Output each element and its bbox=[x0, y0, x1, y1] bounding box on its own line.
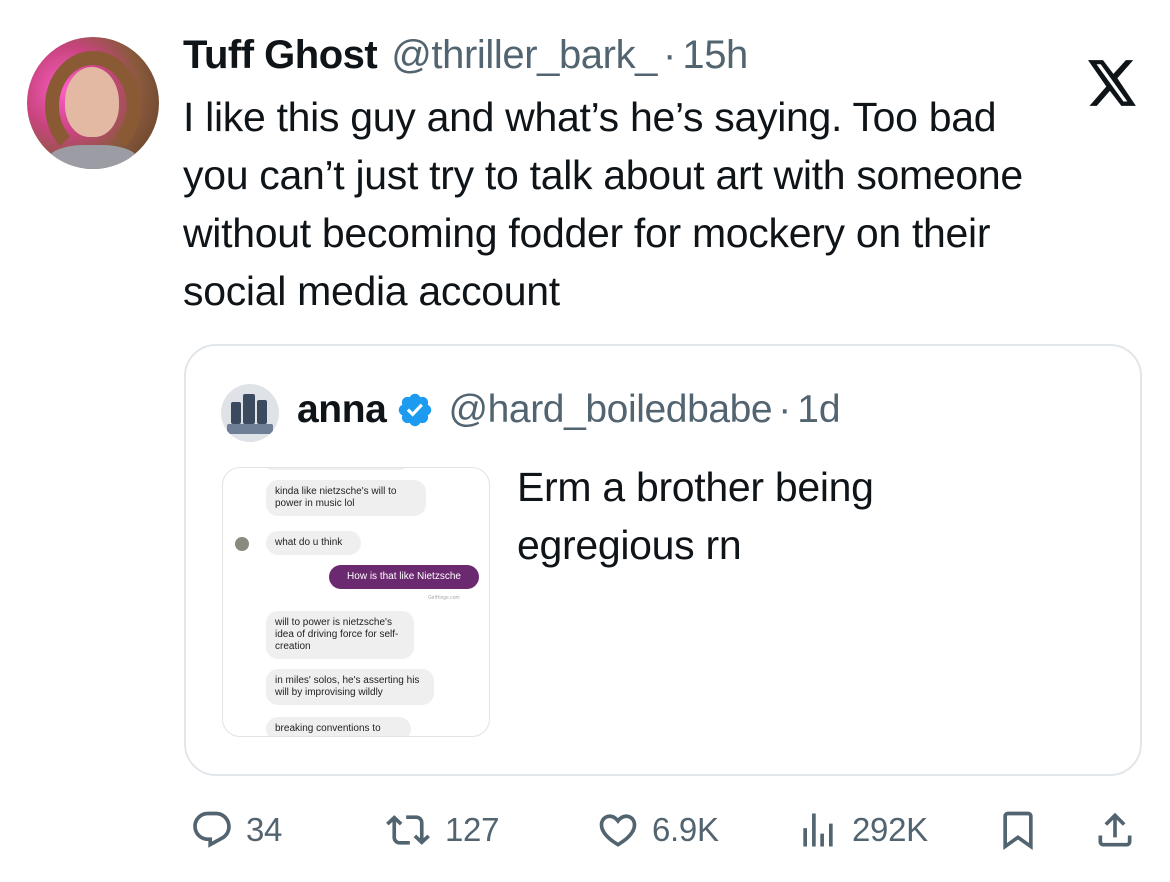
post-text: I like this guy and what’s he’s saying. … bbox=[183, 94, 1023, 314]
chat-bubble-sent: How is that like Nietzsche bbox=[329, 565, 479, 589]
views-count: 292K bbox=[852, 811, 928, 848]
separator-dot: · bbox=[663, 33, 677, 77]
avatar-shirt bbox=[47, 145, 139, 169]
like-count: 6.9K bbox=[652, 811, 719, 848]
views-button[interactable]: 292K bbox=[796, 808, 928, 852]
quoted-post-timestamp[interactable]: 1d bbox=[797, 388, 840, 432]
avatar-face bbox=[65, 67, 119, 137]
like-button[interactable]: 6.9K bbox=[596, 808, 719, 852]
reply-button[interactable]: 34 bbox=[190, 808, 282, 852]
chat-bubble-received: what do u think bbox=[266, 531, 361, 555]
separator-dot: · bbox=[778, 388, 792, 431]
author-handle[interactable]: @thriller_bark_ bbox=[391, 33, 657, 78]
share-icon bbox=[1098, 812, 1132, 847]
reply-icon bbox=[193, 811, 231, 848]
quoted-author-name[interactable]: anna bbox=[297, 388, 387, 432]
avatar-shape bbox=[243, 394, 255, 424]
share-button[interactable] bbox=[1093, 808, 1137, 852]
author-avatar[interactable] bbox=[27, 37, 159, 169]
quoted-post-image[interactable]: kinda like nietzsche's will to power in … bbox=[222, 467, 490, 737]
avatar-shape bbox=[231, 402, 241, 424]
chat-bubble-received: kinda like nietzsche's will to power in … bbox=[266, 480, 426, 516]
chat-bubble-received: breaking conventions to bbox=[266, 717, 411, 736]
avatar-shape bbox=[257, 400, 267, 424]
repost-button[interactable]: 127 bbox=[383, 808, 499, 852]
chat-bubble-fragment bbox=[266, 468, 406, 470]
quoted-post-text: Erm a brother being egregious rn bbox=[517, 464, 874, 568]
reply-count: 34 bbox=[246, 811, 283, 848]
bookmark-button[interactable] bbox=[996, 808, 1040, 852]
author-name[interactable]: Tuff Ghost bbox=[183, 33, 378, 78]
chat-bubble-received: in miles' solos, he's asserting his will… bbox=[266, 669, 434, 705]
quoted-author-handle[interactable]: @hard_boiledbabe bbox=[448, 388, 772, 432]
chat-sender-avatar bbox=[235, 537, 249, 551]
repost-icon bbox=[386, 815, 430, 845]
post-timestamp[interactable]: 15h bbox=[682, 33, 748, 78]
avatar-shape bbox=[227, 424, 273, 434]
views-icon bbox=[803, 813, 833, 847]
verified-badge-icon bbox=[399, 393, 432, 427]
post-header: Tuff Ghost @thriller_bark_ · 15h bbox=[183, 33, 748, 83]
chat-bubble-received: will to power is nietzsche's idea of dri… bbox=[266, 611, 414, 659]
bookmark-icon bbox=[1003, 811, 1033, 851]
like-icon bbox=[599, 814, 637, 847]
chat-source-watermark: GirlHinge.com bbox=[428, 595, 460, 601]
repost-count: 127 bbox=[445, 811, 500, 848]
quoted-post-header: anna @hard_boiledbabe · 1d bbox=[297, 388, 841, 432]
quoted-author-avatar[interactable] bbox=[221, 384, 279, 442]
